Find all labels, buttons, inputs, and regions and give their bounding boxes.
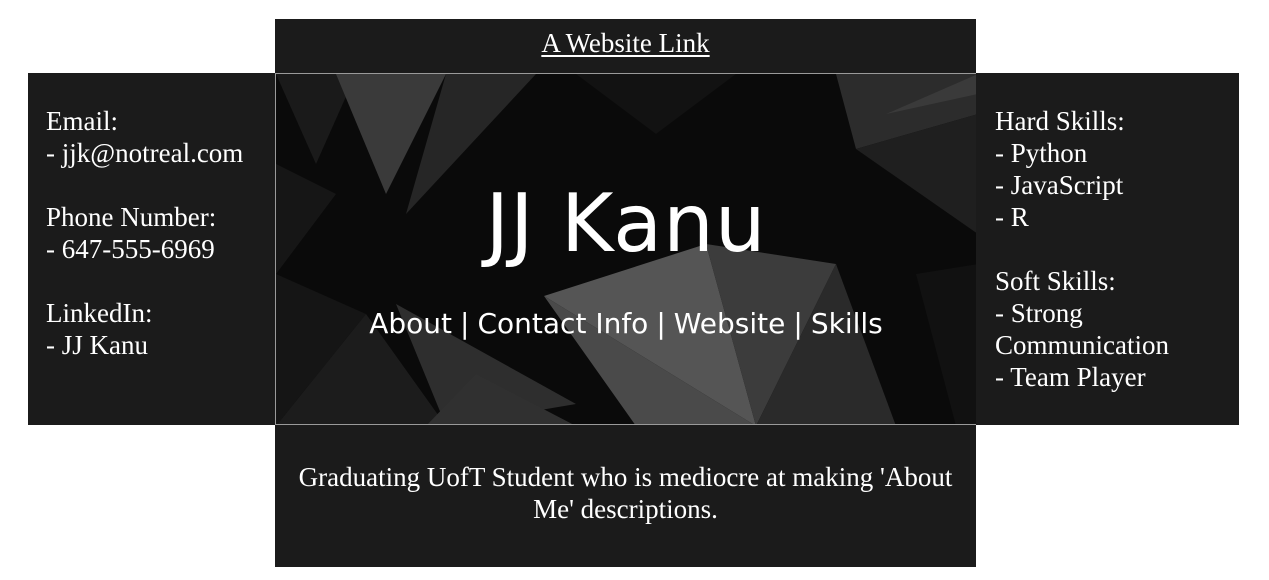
about-description: Graduating UofT Student who is mediocre … (298, 462, 953, 524)
website-link-panel: A Website Link (275, 19, 976, 73)
soft-skills-label: Soft Skills: (995, 266, 1116, 296)
website-link[interactable]: A Website Link (541, 28, 709, 59)
hard-skills-label: Hard Skills: (995, 106, 1125, 136)
email-value: - jjk@notreal.com (46, 138, 244, 168)
contact-info-panel: Email: - jjk@notreal.com Phone Number: -… (28, 73, 276, 425)
hard-skill-item: - JavaScript (995, 170, 1124, 200)
nav-separator: | (460, 307, 470, 340)
nav-website-link[interactable]: Website (674, 307, 786, 340)
linkedin-label: LinkedIn: (46, 298, 153, 328)
phone-label: Phone Number: (46, 202, 217, 232)
phone-value: - 647-555-6969 (46, 234, 215, 264)
linkedin-value: - JJ Kanu (46, 330, 148, 360)
hard-skill-item: - R (995, 202, 1029, 232)
skills-panel: Hard Skills: - Python - JavaScript - R S… (976, 73, 1239, 425)
nav-about-link[interactable]: About (369, 307, 452, 340)
linkedin-block: LinkedIn: - JJ Kanu (46, 297, 276, 361)
hard-skill-item: - Python (995, 138, 1088, 168)
nav-skills-link[interactable]: Skills (811, 307, 883, 340)
nav-separator: | (656, 307, 666, 340)
soft-skill-item: - Strong Communication (995, 298, 1169, 360)
about-panel: Graduating UofT Student who is mediocre … (275, 425, 976, 567)
hero-nav: About | Contact Info | Website | Skills (276, 306, 976, 342)
nav-contact-info-link[interactable]: Contact Info (477, 307, 648, 340)
hero-name-heading: JJ Kanu (485, 177, 767, 270)
nav-separator: | (793, 307, 803, 340)
hard-skills-block: Hard Skills: - Python - JavaScript - R (995, 105, 1239, 233)
phone-block: Phone Number: - 647-555-6969 (46, 201, 276, 265)
soft-skill-item: - Team Player (995, 362, 1146, 392)
hero-banner: JJ Kanu About | Contact Info | Website | Skill… (275, 73, 977, 425)
soft-skills-block: Soft Skills: - Strong Communication - Te… (995, 265, 1239, 393)
email-label: Email: (46, 106, 118, 136)
email-block: Email: - jjk@notreal.com (46, 105, 276, 169)
